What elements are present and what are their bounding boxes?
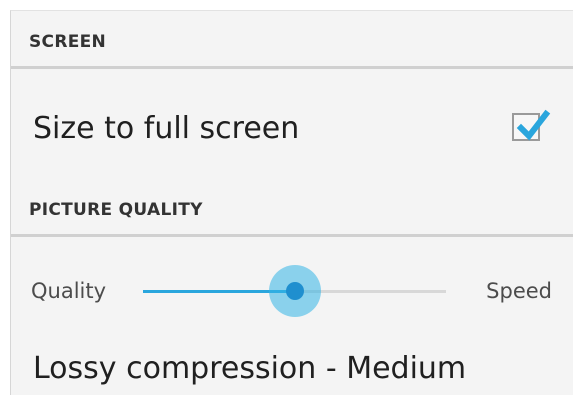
full-screen-checkbox[interactable] (512, 109, 551, 141)
compression-label: Lossy compression - Medium (33, 351, 467, 386)
slider-label-speed: Speed (486, 279, 552, 303)
slider-label-quality: Quality (31, 279, 107, 303)
full-screen-label: Size to full screen (33, 111, 300, 146)
checkmark-icon (516, 109, 551, 141)
slider-thumb[interactable] (285, 282, 304, 300)
full-screen-preference[interactable]: Size to full screen (11, 69, 573, 179)
quality-speed-slider[interactable] (143, 265, 446, 317)
quality-speed-preference: Quality Speed (11, 237, 573, 327)
section-title-picture-quality: PICTURE QUALITY (29, 200, 203, 220)
settings-panel: SCREEN Size to full screen PICTURE QUALI… (10, 10, 573, 395)
section-header-picture-quality: PICTURE QUALITY (11, 181, 573, 237)
compression-preference[interactable]: Lossy compression - Medium (11, 337, 573, 395)
section-title-screen: SCREEN (29, 32, 107, 52)
section-header-screen: SCREEN (11, 11, 573, 69)
